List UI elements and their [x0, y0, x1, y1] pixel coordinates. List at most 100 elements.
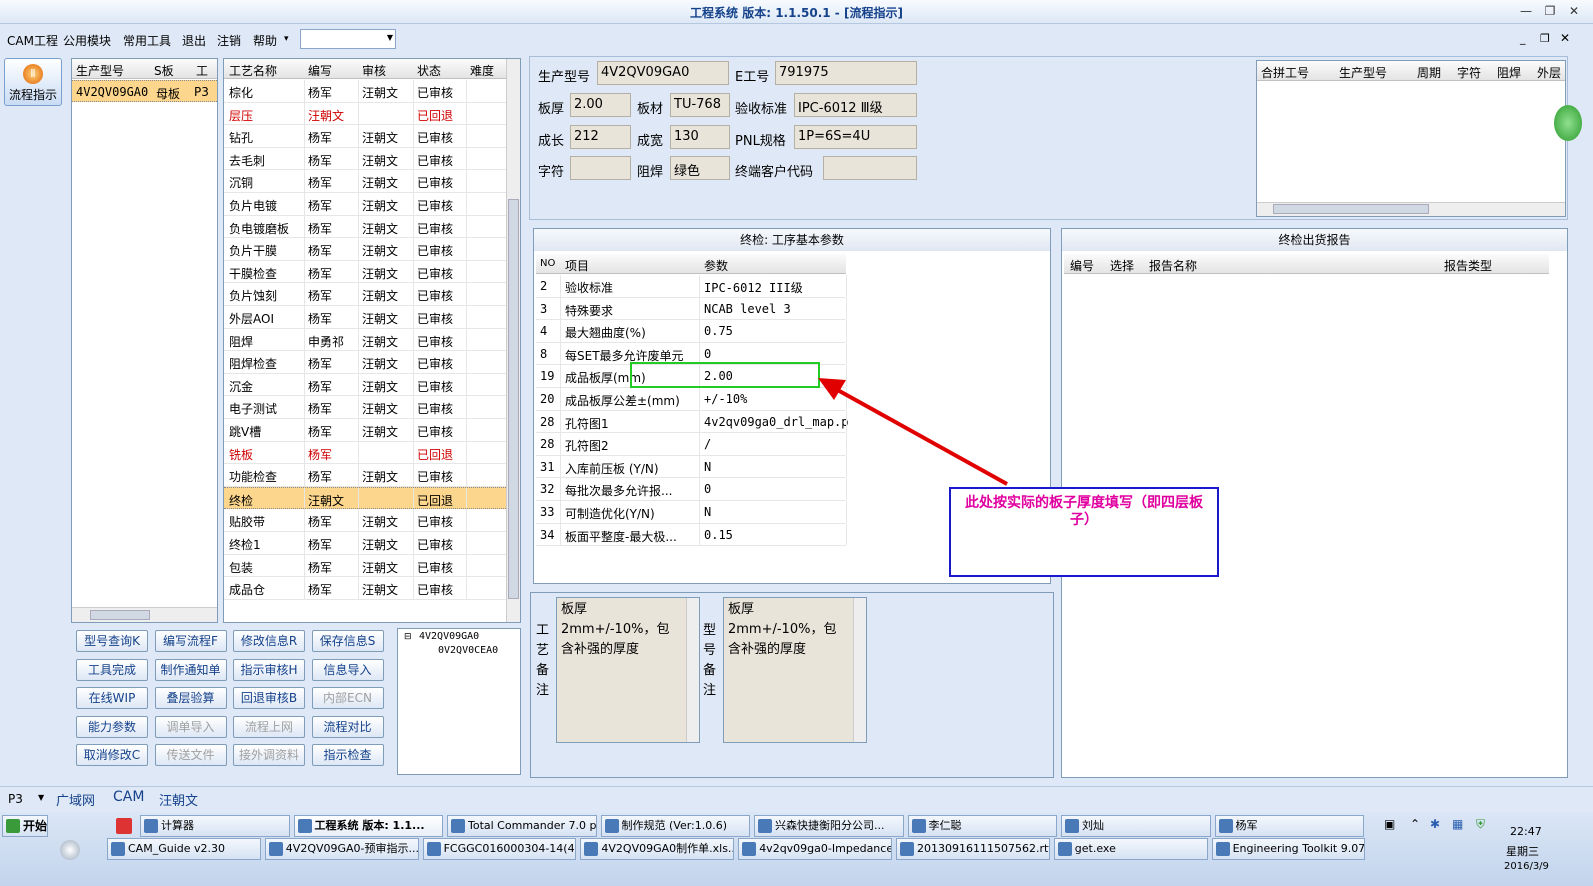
col-report-name[interactable]: 报告名称	[1149, 257, 1197, 274]
table-row[interactable]: 2 验收标准 IPC-6012 III级	[536, 275, 847, 298]
action-button[interactable]: 修改信息R	[233, 630, 305, 652]
table-row[interactable]: 3 特殊要求 NCAB level 3	[536, 297, 847, 321]
table-row[interactable]: 贴胶带 杨军 汪朝文 已审核	[224, 509, 506, 532]
shield-icon[interactable]: ⛨	[1476, 817, 1485, 832]
table-row[interactable]: 层压 汪朝文 已回退	[224, 102, 506, 126]
menu-exit[interactable]: 退出	[182, 32, 206, 49]
menu-combo[interactable]: ▼	[300, 29, 396, 49]
taskbar-item[interactable]: 兴森快捷衡阳分公司...	[754, 815, 904, 837]
col-merge-char[interactable]: 字符	[1457, 64, 1481, 81]
taskbar-item[interactable]: 4v2qv09ga0-Impedance...	[738, 838, 892, 860]
action-button[interactable]: 指示审核H	[233, 658, 305, 681]
col-process[interactable]: 工艺名称	[229, 62, 277, 79]
mdi-close-icon[interactable]: ✕	[1560, 31, 1570, 45]
taskbar-item[interactable]: 20130916111507562.rtf...	[896, 838, 1050, 860]
scroll-thumb[interactable]	[90, 610, 150, 620]
table-row[interactable]: 棕化 杨军 汪朝文 已审核	[224, 80, 506, 103]
action-button[interactable]: 制作通知单	[154, 658, 227, 681]
help-dropdown-icon[interactable]: ▾	[284, 34, 289, 44]
table-row[interactable]: 电子测试 杨军 汪朝文 已审核	[224, 396, 506, 419]
table-row[interactable]: 去毛刺 杨军 汪朝文 已审核	[224, 147, 506, 171]
menu-tools[interactable]: 常用工具	[123, 32, 171, 49]
table-row[interactable]: 功能检查 杨军 汪朝文 已审核	[224, 464, 506, 487]
mask-field[interactable]: 绿色	[670, 156, 730, 180]
action-button[interactable]: 流程上网	[233, 715, 305, 738]
col-merge-cycle[interactable]: 周期	[1417, 64, 1441, 81]
model-notes-field[interactable]: 板厚2mm+/-10%，包含补强的厚度	[723, 597, 867, 743]
col-no[interactable]: NO	[540, 258, 555, 269]
quicklaunch-app-icon[interactable]	[116, 818, 132, 834]
merge-grid-hscrollbar[interactable]	[1257, 202, 1565, 216]
table-row[interactable]: 终检 汪朝文 已回退	[224, 486, 506, 510]
action-button[interactable]: 工具完成	[76, 658, 148, 681]
table-row[interactable]: 包装 杨军 汪朝文 已审核	[224, 554, 506, 578]
table-row[interactable]: 沉铜 杨军 汪朝文 已审核	[224, 170, 506, 193]
thickness-field[interactable]: 2.00	[570, 93, 631, 117]
col-model[interactable]: 生产型号	[76, 62, 124, 79]
col-report-type[interactable]: 报告类型	[1444, 257, 1492, 274]
col-merge-outer[interactable]: 外层	[1537, 64, 1561, 81]
table-row[interactable]: 跳V槽 杨军 汪朝文 已审核	[224, 419, 506, 442]
taskbar-item[interactable]: 4V2QV09GA0-预审指示...	[264, 838, 419, 860]
part-grid-hscrollbar[interactable]	[72, 607, 217, 622]
material-field[interactable]: TU-768	[670, 93, 730, 117]
action-button[interactable]: 型号查询K	[76, 630, 148, 652]
taskbar-item[interactable]: 刘灿	[1061, 815, 1211, 837]
scroll-thumb[interactable]	[1273, 204, 1429, 214]
table-row[interactable]: 铣板 杨军 已回退	[224, 441, 506, 465]
table-row[interactable]: 干膜检查 杨军 汪朝文 已审核	[224, 260, 506, 284]
table-row[interactable]: 成品仓 杨军 汪朝文 已审核	[224, 577, 506, 600]
table-row[interactable]: 负片电镀 杨军 汪朝文 已审核	[224, 193, 506, 216]
status-factory[interactable]: P3	[8, 792, 23, 806]
table-row[interactable]: 32 每批次最多允许报... 0	[536, 478, 847, 501]
process-notes-field[interactable]: 板厚2mm+/-10%，包含补强的厚度	[556, 597, 700, 743]
action-button[interactable]: 接外调资料	[233, 744, 305, 767]
action-button[interactable]: 指示检查	[311, 744, 384, 767]
table-row[interactable]: 沉金 杨军 汪朝文 已审核	[224, 373, 506, 397]
table-row[interactable]: 31 入库前压板 (Y/N) N	[536, 455, 847, 479]
tree-child[interactable]: 0V2QV0CEA0	[438, 645, 498, 656]
action-button[interactable]: 取消修改C	[76, 744, 148, 767]
bluetooth-icon[interactable]: ✱	[1430, 817, 1440, 831]
action-button[interactable]: 回退审核B	[233, 687, 305, 710]
table-row[interactable]: 负片干膜 杨军 汪朝文 已审核	[224, 238, 506, 261]
taskbar-item[interactable]: CAM_Guide v2.30	[107, 838, 261, 860]
menu-logout[interactable]: 注销	[217, 32, 241, 49]
col-report-no[interactable]: 编号	[1070, 257, 1094, 274]
table-row[interactable]: 20 成品板厚公差±(mm) +/-10%	[536, 388, 847, 411]
pnl-field[interactable]: 1P=6S=4U	[794, 125, 917, 149]
table-row[interactable]: 4 最大翘曲度(%) 0.75	[536, 320, 847, 343]
customer-field[interactable]	[823, 156, 917, 180]
process-notes-scrollbar[interactable]	[686, 598, 699, 742]
col-reviewer[interactable]: 审核	[362, 62, 386, 79]
eno-field[interactable]: 791975	[775, 61, 917, 85]
scroll-thumb[interactable]	[508, 199, 519, 599]
taskbar-item[interactable]: 李仁聪	[907, 815, 1057, 837]
menu-public[interactable]: 公用模块	[63, 32, 111, 49]
action-button[interactable]: 保存信息S	[311, 630, 384, 652]
action-button[interactable]: 传送文件	[154, 744, 227, 767]
col-writer[interactable]: 编写	[308, 62, 332, 79]
tray-icon[interactable]: ▣	[1384, 817, 1395, 831]
table-row[interactable]: 钻孔 杨军 汪朝文 已审核	[224, 125, 506, 148]
col-difficulty[interactable]: 难度	[470, 62, 494, 79]
tree-root[interactable]: 4V2QV09GA0	[419, 631, 479, 642]
col-report-select[interactable]: 选择	[1110, 257, 1134, 274]
standard-field[interactable]: IPC-6012 Ⅲ级	[794, 93, 917, 117]
table-row[interactable]: 阻焊检查 杨军 汪朝文 已审核	[224, 351, 506, 374]
width-field[interactable]: 130	[670, 125, 730, 149]
taskbar-item[interactable]: 制作规范 (Ver:1.0.6)	[600, 815, 750, 837]
flow-guide-button[interactable]: Ⅱ 流程指示	[4, 58, 62, 106]
tree-collapse-icon[interactable]: ⊟	[404, 632, 412, 642]
start-button[interactable]: 开始	[2, 815, 48, 837]
char-field[interactable]	[570, 156, 631, 180]
table-row[interactable]: 阻焊 申勇祁 汪朝文 已审核	[224, 328, 506, 352]
table-row[interactable]: 终检1 杨军 汪朝文 已审核	[224, 532, 506, 555]
col-value[interactable]: 参数	[704, 257, 728, 274]
network-icon[interactable]: ▦	[1452, 817, 1463, 831]
table-row[interactable]: 34 板面平整度-最大极... 0.15	[536, 523, 847, 547]
taskbar-item[interactable]: Total Commander 7.0 p...	[447, 815, 597, 837]
menu-help[interactable]: 帮助	[253, 32, 277, 49]
table-row[interactable]: 外层AOI 杨军 汪朝文 已审核	[224, 306, 506, 329]
action-button[interactable]: 调单导入	[154, 715, 227, 738]
